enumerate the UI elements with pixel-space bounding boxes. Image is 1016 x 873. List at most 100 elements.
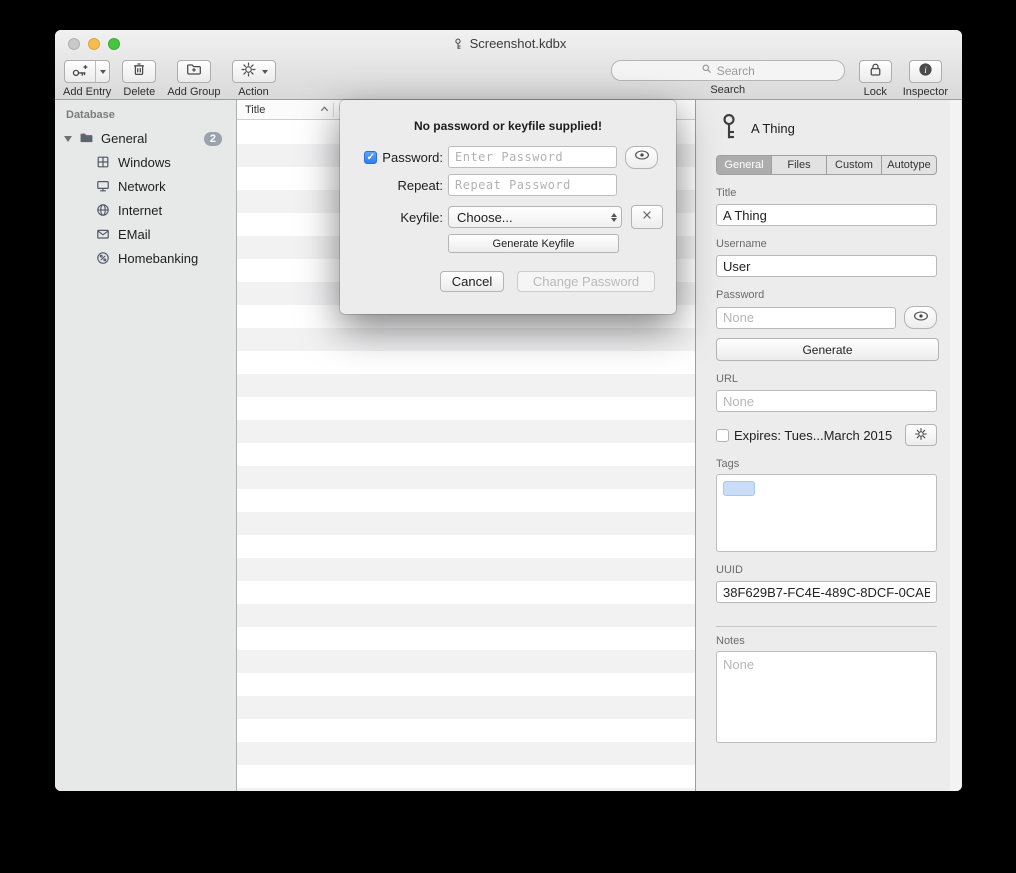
title-field[interactable] — [716, 204, 937, 226]
sidebar-item-internet[interactable]: Internet — [55, 198, 236, 222]
password-field[interactable] — [716, 307, 896, 329]
lock-icon — [867, 61, 884, 83]
window-chrome: Screenshot.kdbx Add Entry — [55, 30, 962, 100]
windows-icon — [95, 154, 111, 170]
expires-checkbox[interactable] — [716, 429, 729, 442]
tab-general[interactable]: General — [717, 156, 772, 174]
titlebar[interactable]: Screenshot.kdbx — [55, 30, 962, 57]
notes-placeholder: None — [723, 657, 754, 672]
lock-button[interactable] — [859, 60, 892, 83]
keyfile-label: Keyfile: — [340, 210, 443, 225]
folder-plus-icon — [185, 60, 203, 83]
trash-icon — [130, 60, 148, 83]
password-checkbox[interactable]: ✓ — [364, 151, 377, 164]
svg-text:i: i — [924, 65, 927, 75]
minimize-button[interactable] — [88, 38, 100, 50]
reveal-password-button[interactable] — [904, 306, 937, 329]
tags-label: Tags — [716, 458, 937, 470]
username-field-label: Username — [716, 238, 937, 250]
generate-keyfile-button[interactable]: Generate Keyfile — [448, 234, 619, 253]
inspector-button[interactable]: i — [909, 60, 942, 83]
sidebar-item-email[interactable]: EMail — [55, 222, 236, 246]
eye-icon — [913, 310, 929, 325]
percent-coin-icon — [95, 250, 111, 266]
column-header-title[interactable]: Title — [237, 104, 333, 116]
search-placeholder: Search — [717, 64, 755, 78]
password-input[interactable] — [448, 146, 617, 168]
info-icon: i — [917, 61, 934, 83]
sidebar-item-label: Windows — [118, 155, 171, 170]
url-field[interactable] — [716, 390, 937, 412]
inspector-panel: A Thing General Files Custom Autotype Ti… — [695, 100, 962, 791]
app-window: Screenshot.kdbx Add Entry — [55, 30, 962, 791]
change-password-button[interactable]: Change Password — [517, 271, 655, 292]
repeat-label: Repeat: — [340, 178, 443, 193]
tab-files[interactable]: Files — [772, 156, 827, 174]
sidebar-item-homebanking[interactable]: Homebanking — [55, 246, 236, 270]
password-label-group: ✓ Password: — [340, 150, 443, 165]
notes-field[interactable]: None — [716, 651, 937, 743]
password-label: Password: — [382, 150, 443, 165]
sidebar-item-general[interactable]: General 2 — [55, 127, 236, 150]
sidebar: Database General 2 Windows — [55, 100, 237, 791]
uuid-field[interactable] — [716, 581, 937, 603]
inspector-divider — [716, 626, 937, 627]
folder-icon — [78, 129, 95, 149]
globe-icon — [95, 202, 111, 218]
notes-label: Notes — [716, 635, 937, 647]
repeat-row: Repeat: — [340, 174, 676, 196]
password-row: ✓ Password: — [340, 146, 676, 168]
add-entry-label: Add Entry — [63, 86, 111, 98]
tab-custom[interactable]: Custom — [827, 156, 882, 174]
sort-ascending-icon — [320, 104, 329, 116]
dialog-message: No password or keyfile supplied! — [340, 119, 676, 133]
action-label: Action — [238, 86, 269, 98]
add-entry-dropdown[interactable] — [95, 61, 109, 82]
delete-button[interactable] — [122, 60, 156, 83]
keyfile-popup[interactable]: Choose... — [448, 206, 622, 228]
search-group: Search Search — [611, 60, 845, 96]
generate-button[interactable]: Generate — [716, 338, 939, 361]
sidebar-item-label: Homebanking — [118, 251, 198, 266]
repeat-password-input[interactable] — [448, 174, 617, 196]
cancel-button[interactable]: Cancel — [440, 271, 504, 292]
sidebar-item-windows[interactable]: Windows — [55, 150, 236, 174]
stepper-icon — [611, 213, 617, 222]
tag-chip[interactable] — [723, 481, 755, 496]
keyfile-row: Keyfile: Choose... — [340, 206, 676, 228]
uuid-label: UUID — [716, 564, 937, 576]
password-field-label: Password — [716, 289, 937, 301]
delete-item: Delete — [122, 60, 156, 98]
action-button[interactable] — [232, 60, 276, 83]
gear-icon — [914, 427, 928, 444]
inspector-scrollbar-track[interactable] — [950, 100, 961, 791]
sidebar-item-network[interactable]: Network — [55, 174, 236, 198]
expires-label: Expires: Tues...March 2015 — [734, 428, 892, 443]
clear-keyfile-button[interactable] — [631, 205, 663, 229]
window-title: Screenshot.kdbx — [470, 36, 567, 51]
chevron-down-icon — [100, 70, 106, 74]
close-button[interactable] — [68, 38, 80, 50]
tags-box[interactable] — [716, 474, 937, 552]
search-icon — [701, 63, 713, 78]
disclosure-triangle-icon[interactable] — [64, 136, 72, 142]
chevron-down-icon — [262, 70, 268, 74]
toolbar: Add Entry Delete — [55, 57, 962, 100]
password-row — [716, 306, 937, 329]
network-icon — [95, 178, 111, 194]
tab-autotype[interactable]: Autotype — [882, 156, 936, 174]
add-entry-item: Add Entry — [63, 60, 111, 98]
title-field-label: Title — [716, 187, 937, 199]
username-field[interactable] — [716, 255, 937, 277]
reveal-password-button[interactable] — [625, 146, 658, 169]
expires-settings-button[interactable] — [905, 424, 937, 446]
sidebar-item-label: Internet — [118, 203, 162, 218]
window-title-group: Screenshot.kdbx — [451, 36, 567, 51]
zoom-button[interactable] — [108, 38, 120, 50]
search-input[interactable]: Search — [611, 60, 845, 81]
add-entry-button[interactable] — [64, 60, 110, 83]
add-group-label: Add Group — [167, 86, 220, 98]
add-group-button[interactable] — [177, 60, 211, 83]
entry-header: A Thing — [716, 108, 937, 148]
mail-icon — [95, 226, 111, 242]
